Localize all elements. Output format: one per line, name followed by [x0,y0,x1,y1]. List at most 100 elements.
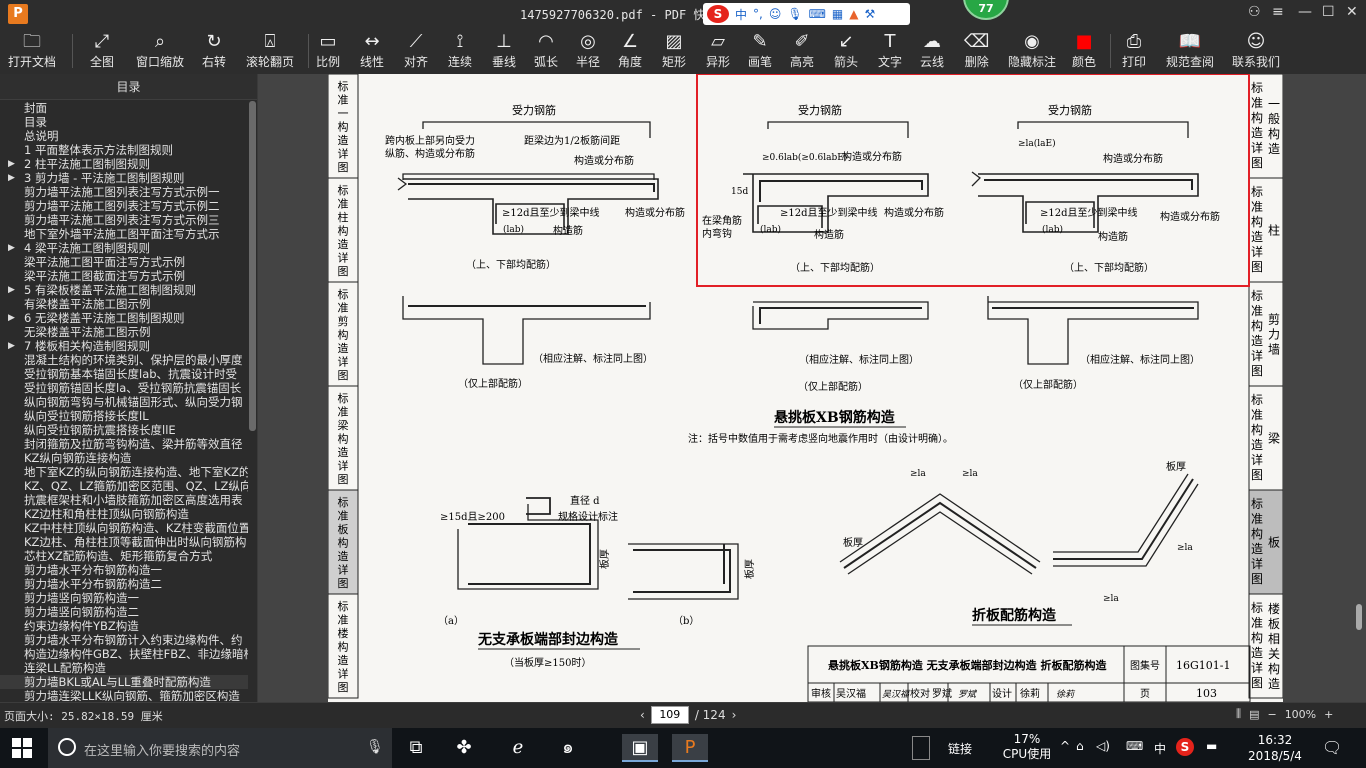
toolbar-align-button[interactable]: ⟋ 对齐 [404,30,428,72]
maximize-icon[interactable]: ☐ [1322,4,1335,20]
news-app-icon[interactable]: ▣ [622,734,658,762]
toc-item[interactable]: ▶ 3 剪力墙 - 平法施工图制图规则 [0,171,248,185]
continuous-view-icon[interactable]: ⫼ [1236,707,1241,721]
expand-arrow-icon[interactable]: ▶ [8,171,15,185]
toolbar-text-button[interactable]: T 文字 [878,30,902,72]
toolbar-winzoom-button[interactable]: ⌕ 窗口缩放 [136,30,184,72]
toolbar-print-button[interactable]: ⎙ 打印 [1122,30,1146,72]
toolbar-spec-button[interactable]: 📖 规范查阅 [1166,30,1214,72]
minimize-icon[interactable]: — [1298,4,1312,20]
cpu-meter[interactable]: 17% CPU使用 [1002,732,1052,762]
speaker-icon[interactable]: ◁) [1096,739,1110,753]
toc-item[interactable]: 1 平面整体表示方法制图规则 [0,143,248,157]
toolbar-highlight-button[interactable]: ✐ 高亮 [790,30,814,72]
expand-arrow-icon[interactable]: ▶ [8,283,15,297]
toolbar-arc-button[interactable]: ◠ 弧长 [534,30,558,72]
toc-item[interactable]: KZ边柱、角柱柱顶等截面伸出时纵向钢筋构 [0,535,248,549]
toc-item[interactable]: 梁平法施工图截面注写方式示例 [0,269,248,283]
expand-arrow-icon[interactable]: ▶ [8,339,15,353]
app-logo-icon[interactable]: P [8,4,28,24]
toc-item[interactable]: ▶ 7 楼板相关构造制图规则 [0,339,248,353]
sogou-logo-icon[interactable]: S [707,5,729,23]
toc-item[interactable]: 无梁楼盖平法施工图示例 [0,325,248,339]
toc-item[interactable]: 封闭箍筋及拉筋弯钩构造、梁并筋等效直径 [0,437,248,451]
notification-icon[interactable]: 🗨 [1322,738,1342,757]
fan-app-icon[interactable]: ✤ [446,734,482,762]
document-viewport[interactable]: 标准一构造详图标准柱构造详图标准剪构造详图标准梁构造详图标准板构造详图标准楼构造… [258,74,1366,702]
tray-keyboard-icon[interactable]: ⌨ [1126,739,1143,753]
toc-item[interactable]: 目录 [0,115,248,129]
expand-arrow-icon[interactable]: ▶ [8,311,15,325]
toolbar-fit-button[interactable]: ⤢ 全图 [90,30,114,72]
toc-item[interactable]: 梁平法施工图平面注写方式示例 [0,255,248,269]
toc-item[interactable]: 纵向钢筋弯钩与机械锚固形式、纵向受力钢 [0,395,248,409]
close-icon[interactable]: ✕ [1346,4,1358,20]
toc-item[interactable]: 总说明 [0,129,248,143]
toc-item[interactable]: 构造边缘构件GBZ、扶壁柱FBZ、非边缘暗柱 [0,647,248,661]
ime-punct[interactable]: °, [753,7,763,21]
toolbar-erase-button[interactable]: ⌫ 删除 [964,30,989,72]
toc-item[interactable]: 地下室外墙平法施工图平面注写方式示 [0,227,248,241]
voice-icon[interactable]: 🎙 [787,7,802,21]
wrench-icon[interactable]: ⚒ [865,7,876,21]
toc-item[interactable]: 纵向受拉钢筋搭接长度lL [0,409,248,423]
expand-arrow-icon[interactable]: ▶ [8,157,15,171]
skin-icon[interactable]: ▲ [849,7,858,21]
menu-icon[interactable]: ≡ [1272,4,1284,20]
prev-page-icon[interactable]: ‹ [640,708,645,722]
toc-item[interactable]: 芯柱XZ配筋构造、矩形箍筋复合方式 [0,549,248,563]
zoom-out-icon[interactable]: − [1267,708,1276,721]
toc-item[interactable]: 剪力墙水平分布钢筋计入约束边缘构件、约 [0,633,248,647]
toc-item[interactable]: 剪力墙平法施工图列表注写方式示例一 [0,185,248,199]
pdf-app-icon[interactable]: P [672,734,708,762]
emoji-icon[interactable]: ☺ [769,7,782,21]
toc-item[interactable]: ▶ 4 梁平法施工图制图规则 [0,241,248,255]
toc-item[interactable]: 约束边缘构件YBZ构造 [0,619,248,633]
toc-item[interactable]: ▶ 6 无梁楼盖平法施工图制图规则 [0,311,248,325]
toc-item[interactable]: 混凝土结构的环境类别、保护层的最小厚度 [0,353,248,367]
tray-ime[interactable]: 中 [1154,740,1166,757]
toc-item[interactable]: 封面 [0,101,248,115]
network-icon[interactable]: ⌂ [1076,739,1084,753]
toc-scrollbar-thumb[interactable] [249,101,256,431]
toc-item[interactable]: 受拉钢筋基本锚固长度lab、抗震设计时受 [0,367,248,381]
toc-item[interactable]: 受拉钢筋锚固长度la、受拉钢筋抗震锚固长 [0,381,248,395]
tray-chevron-icon[interactable]: ^ [1060,739,1070,753]
toc-item[interactable]: KZ、QZ、LZ箍筋加密区范围、QZ、LZ纵向钢 [0,479,248,493]
toolbar-angle-button[interactable]: ∠ 角度 [618,30,642,72]
toolbar-pen-button[interactable]: ✎ 画笔 [748,30,772,72]
zoom-in-icon[interactable]: + [1324,708,1333,721]
ie-browser-icon[interactable]: ℯ [500,734,536,762]
toc-scrollbar[interactable] [248,101,257,701]
toc-item[interactable]: 剪力墙连梁LLK纵向钢筋、箍筋加密区构造 [0,689,248,701]
toc-item[interactable]: 剪力墙水平分布钢筋构造二 [0,577,248,591]
toolbar-rect-button[interactable]: ▨ 矩形 [662,30,686,72]
toolbar-open-button[interactable]: 🗀 打开文档 [8,30,56,72]
toc-item[interactable]: 剪力墙竖向钢筋构造二 [0,605,248,619]
swirl-app-icon[interactable]: ๑ [550,734,586,762]
toolbar-hide-button[interactable]: ◉ 隐藏标注 [1008,30,1056,72]
toc-item[interactable]: 连梁LL配筋构造 [0,661,248,675]
toc-item[interactable]: KZ边柱和角柱柱顶纵向钢筋构造 [0,507,248,521]
task-view-icon[interactable]: ⧉ [398,734,434,762]
toolbar-shape-button[interactable]: ▱ 异形 [706,30,730,72]
ime-toolbar[interactable]: S 中 °, ☺ 🎙 ⌨ ▦ ▲ ⚒ [703,3,910,25]
expand-arrow-icon[interactable]: ▶ [8,241,15,255]
ime-lang[interactable]: 中 [735,6,747,23]
toolbar-linear-button[interactable]: ↔ 线性 [360,30,384,72]
taskbar-search[interactable]: 在这里输入你要搜索的内容 🎙 [48,728,392,768]
toc-item[interactable]: 剪力墙水平分布钢筋构造一 [0,563,248,577]
user-icon[interactable]: ⚇ [1248,4,1261,20]
toc-item[interactable]: 剪力墙平法施工图列表注写方式示例三 [0,213,248,227]
toolbar-perp-button[interactable]: ⊥ 垂线 [492,30,516,72]
toc-item[interactable]: 剪力墙平法施工图列表注写方式示例二 [0,199,248,213]
toolbar-scroll-button[interactable]: ⍓ 滚轮翻页 [246,30,294,72]
tray-box-icon[interactable] [912,736,930,760]
toc-item[interactable]: KZ纵向钢筋连接构造 [0,451,248,465]
toc-item[interactable]: 剪力墙BKL或AL与LL重叠时配筋构造 [0,675,248,689]
next-page-icon[interactable]: › [732,708,737,722]
toolbox-icon[interactable]: ▦ [832,7,843,21]
toolbar-cloud-button[interactable]: ☁ 云线 [920,30,944,72]
toolbar-arrow-button[interactable]: ↙ 箭头 [834,30,858,72]
toc-item[interactable]: 纵向受拉钢筋抗震搭接长度llE [0,423,248,437]
